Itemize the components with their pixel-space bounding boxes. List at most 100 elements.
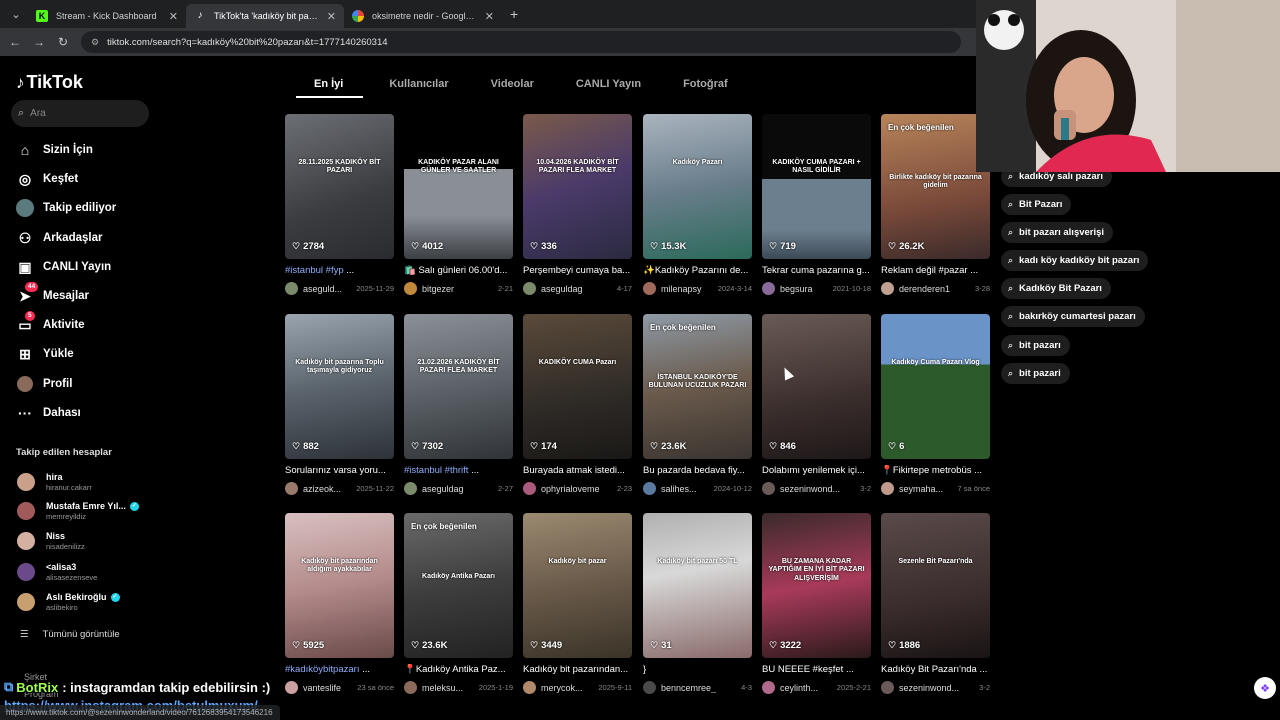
floating-widget-icon[interactable]: ❖ (1254, 677, 1276, 699)
sidebar-item-more[interactable]: ··· Dahası (16, 404, 81, 422)
tab-users[interactable]: Kullanıcılar (373, 70, 464, 98)
url-field[interactable]: ⚙ tiktok.com/search?q=kadıköy%20bit%20pa… (81, 31, 961, 53)
video-card[interactable]: 28.11.2025 KADIKÖY BİT PAZARI ♡ 2784 #istan… (285, 114, 394, 295)
sidebar-item-following[interactable]: Takip ediliyor (16, 199, 116, 217)
video-author[interactable]: sezeninwond... (899, 683, 959, 693)
browser-tab-kick[interactable]: K Stream - Kick Dashboard ✕ (28, 4, 186, 28)
avatar[interactable] (881, 482, 894, 495)
related-search-item[interactable]: ⌕ bakırköy cumartesi pazarı (1001, 306, 1145, 327)
video-caption[interactable]: Tekrar cuma pazarına g... (762, 265, 871, 276)
followed-account[interactable]: Mustafa Emre Yıl... ✓ memreyildiz (17, 501, 139, 521)
video-card[interactable]: Kadıköy Pazarı ♡ 15.3K ✨Kadıköy Pazarını de… (643, 114, 752, 295)
video-author[interactable]: bitgezer (422, 284, 454, 294)
avatar[interactable] (404, 482, 417, 495)
reload-icon[interactable]: ↻ (51, 35, 75, 49)
video-thumbnail[interactable]: KADIKÖY PAZAR ALANI GÜNLER VE SAATLER ♡ 40… (404, 114, 513, 259)
related-search-item[interactable]: ⌕ Kadıköy Bit Pazarı (1001, 278, 1111, 299)
video-card[interactable]: En çok beğenilen Kadıköy Antika Pazarı ♡ 23… (404, 513, 513, 694)
video-thumbnail[interactable]: En çok beğenilen İSTANBUL KADIKÖY'DE BULU… (643, 314, 752, 459)
video-thumbnail[interactable]: Kadıköy bit pazar ♡ 3449 (523, 513, 632, 658)
avatar[interactable] (762, 681, 775, 694)
video-author[interactable]: milenapsy (661, 284, 702, 294)
video-thumbnail[interactable]: Sezenle Bit Pazarı'nda ♡ 1886 (881, 513, 990, 658)
video-card[interactable]: En çok beğenilen İSTANBUL KADIKÖY'DE BULU… (643, 314, 752, 495)
video-thumbnail[interactable]: ♡ 846 (762, 314, 871, 459)
video-author[interactable]: merycok... (541, 683, 583, 693)
related-search-item[interactable]: ⌕ bit pazarı alışverişi (1001, 222, 1114, 243)
sidebar-item-activity[interactable]: ▭ 5 Aktivite (16, 311, 85, 334)
video-author[interactable]: benncemree_ (661, 683, 716, 693)
video-card[interactable]: Sezenle Bit Pazarı'nda ♡ 1886 Kadıköy Bit P… (881, 513, 990, 694)
video-card[interactable]: En çok beğenilen Birlikte kadıköy bit paz… (881, 114, 990, 295)
sidebar-item-for-you[interactable]: ⌂ Sizin İçin (16, 141, 93, 159)
video-author[interactable]: seymaha... (899, 484, 943, 494)
video-thumbnail[interactable]: BU ZAMANA KADAR YAPTIĞIM EN İYİ BİT PAZA… (762, 513, 871, 658)
tab-live[interactable]: CANLI Yayın (560, 70, 657, 98)
video-author[interactable]: ceylinth... (780, 683, 818, 693)
video-caption[interactable]: 📍Fikirtepe metrobüs ... (881, 465, 990, 476)
new-tab-icon[interactable]: + (510, 6, 518, 22)
related-search-item[interactable]: ⌕ bit pazari (1001, 363, 1070, 384)
video-caption[interactable]: Sorularınız varsa yoru... (285, 465, 394, 476)
video-caption[interactable]: Burayada atmak istedi... (523, 465, 632, 476)
video-thumbnail[interactable]: KADIKÖY CUMA PAZARI + NASIL GİDİLİR ♡ 719 (762, 114, 871, 259)
avatar[interactable] (523, 482, 536, 495)
video-caption[interactable]: #istanbul #fyp ... (285, 265, 394, 276)
followed-account[interactable]: <alisa3 alisasezenseve (17, 562, 97, 582)
video-card[interactable]: ♡ 846 Dolabımı yenilemek içi... sezeninwond… (762, 314, 871, 495)
video-card[interactable]: 10.04.2026 KADIKÖY BİT PAZARI FLEA MARKE… (523, 114, 632, 295)
video-thumbnail[interactable]: 28.11.2025 KADIKÖY BİT PAZARI ♡ 2784 (285, 114, 394, 259)
sidebar-item-live[interactable]: ▣ CANLI Yayın (16, 258, 111, 276)
avatar[interactable] (285, 681, 298, 694)
followed-account[interactable]: Aslı Bekiroğlu ✓ aslibekiro (17, 592, 120, 612)
video-card[interactable]: KADIKÖY PAZAR ALANI GÜNLER VE SAATLER ♡ 40… (404, 114, 513, 295)
video-author[interactable]: azizeok... (303, 484, 341, 494)
video-thumbnail[interactable]: 21.02.2026 KADIKÖY BİT PAZARI FLEA MARKE… (404, 314, 513, 459)
sidebar-item-messages[interactable]: ➤ 44 Mesajlar (16, 282, 89, 305)
avatar[interactable] (404, 282, 417, 295)
avatar[interactable] (762, 282, 775, 295)
video-thumbnail[interactable]: Kadıköy bit pazarından aldığım ayakkabıl… (285, 513, 394, 658)
tab-search-icon[interactable]: ⌄ (4, 4, 28, 24)
tab-photos[interactable]: Fotoğraf (667, 70, 744, 98)
video-caption[interactable]: } (643, 664, 752, 675)
video-author[interactable]: salihes... (661, 484, 697, 494)
video-card[interactable]: 21.02.2026 KADIKÖY BİT PAZARI FLEA MARKE… (404, 314, 513, 495)
video-card[interactable]: Kadıköy bit pazarından aldığım ayakkabıl… (285, 513, 394, 694)
avatar[interactable] (285, 282, 298, 295)
video-thumbnail[interactable]: 10.04.2026 KADIKÖY BİT PAZARI FLEA MARKE… (523, 114, 632, 259)
avatar[interactable] (404, 681, 417, 694)
video-author[interactable]: begsura (780, 284, 813, 294)
forward-arrow-icon[interactable]: → (27, 35, 51, 49)
caption-hashtags[interactable]: #kadıköybitpazarı (285, 664, 359, 675)
caption-hashtags[interactable]: #istanbul #thrift (404, 465, 468, 476)
video-caption[interactable]: Kadıköy Bit Pazarı'nda ... (881, 664, 990, 675)
followed-account[interactable]: hira hiranur.cakarr (17, 472, 92, 492)
video-card[interactable]: KADIKÖY CUMA Pazarı ♡ 174 Burayada atmak is… (523, 314, 632, 495)
related-search-item[interactable]: ⌕ bit pazarı (1001, 335, 1070, 356)
avatar[interactable] (643, 482, 656, 495)
video-card[interactable]: Kadıköy bit pazarı 50 TL ♡ 31} benncemree_ 4… (643, 513, 752, 694)
video-author[interactable]: ophyrialoveme (541, 484, 600, 494)
back-arrow-icon[interactable]: ← (3, 35, 27, 49)
video-author[interactable]: aseguldag (541, 284, 583, 294)
video-caption[interactable]: BU NEEEE #keşfet ... (762, 664, 871, 675)
browser-tab-google[interactable]: oksimetre nedir - Google'da Ara ✕ (344, 4, 502, 28)
sidebar-item-upload[interactable]: ⊞ Yükle (16, 345, 74, 363)
video-caption[interactable]: Perşembeyi cumaya ba... (523, 265, 632, 276)
video-caption[interactable]: Kadıköy bit pazarından... (523, 664, 632, 675)
video-card[interactable]: KADIKÖY CUMA PAZARI + NASIL GİDİLİR ♡ 719 T… (762, 114, 871, 295)
video-caption[interactable]: 🛍️ Salı günleri 06.00'd... (404, 265, 513, 276)
video-card[interactable]: Kadıköy Cuma Pazarı Vlog ♡ 6 📍Fikirtepe met… (881, 314, 990, 495)
video-author[interactable]: aseguldag (422, 484, 464, 494)
sidebar-item-profile[interactable]: Profil (16, 375, 72, 393)
close-tab-icon[interactable]: ✕ (485, 10, 494, 23)
search-input[interactable]: ⌕ Ara (11, 100, 149, 127)
see-all-following-button[interactable]: ☰ Tümünü görüntüle (20, 629, 120, 640)
video-thumbnail[interactable]: Kadıköy Cuma Pazarı Vlog ♡ 6 (881, 314, 990, 459)
video-caption[interactable]: Bu pazarda bedava fiy... (643, 465, 752, 476)
sidebar-item-friends[interactable]: ⚇ Arkadaşlar (16, 229, 103, 247)
video-thumbnail[interactable]: Kadıköy Pazarı ♡ 15.3K (643, 114, 752, 259)
avatar[interactable] (643, 282, 656, 295)
video-thumbnail[interactable]: En çok beğenilen Kadıköy Antika Pazarı ♡ 23… (404, 513, 513, 658)
